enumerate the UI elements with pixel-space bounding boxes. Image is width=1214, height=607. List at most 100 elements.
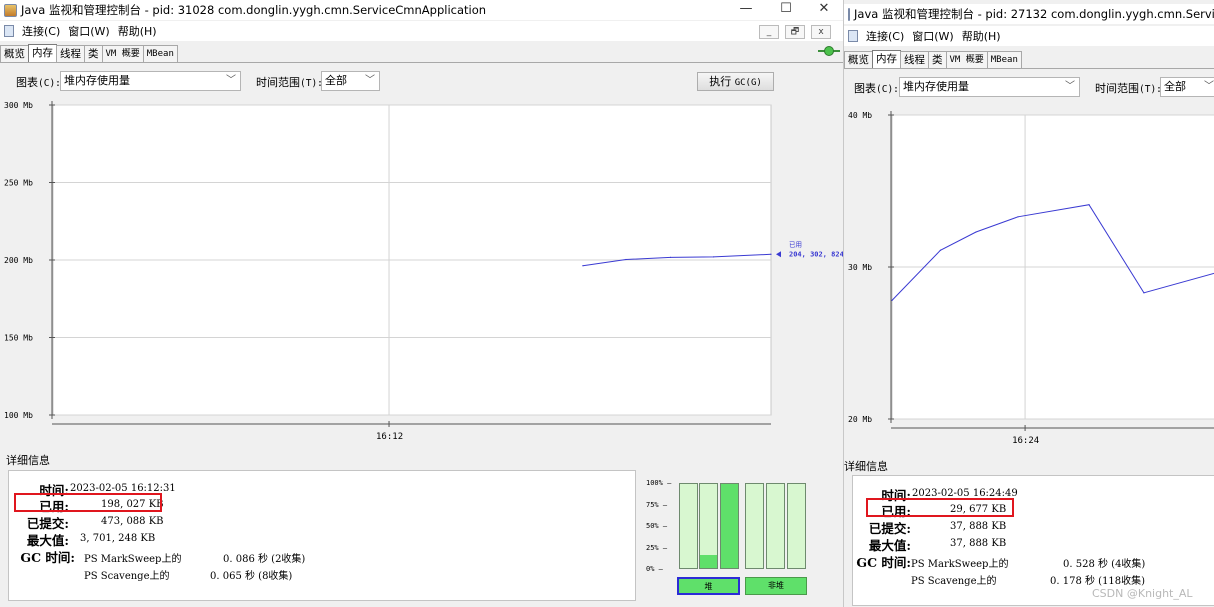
memory-pool-bar[interactable]	[699, 483, 718, 569]
x-tick-label: 16:24	[1012, 436, 1039, 446]
menu-help[interactable]: 帮助(H)	[958, 28, 1005, 44]
y-tick-label: 150 Mb	[4, 334, 33, 343]
memory-pool-bar[interactable]	[745, 483, 764, 569]
menu-bar: 连接(C) 窗口(W) 帮助(H)	[844, 26, 1214, 46]
non-heap-legend-button[interactable]: 非堆	[745, 577, 807, 595]
time-range-select[interactable]: 全部 ﹀	[321, 71, 380, 91]
highlight-box	[14, 493, 162, 512]
tab-1[interactable]: 概览	[0, 45, 29, 62]
chevron-down-icon: ﹀	[365, 75, 375, 86]
menu-bar: 连接(C) 窗口(W) 帮助(H)	[0, 21, 843, 41]
heap-usage-chart: 300 Mb 250 Mb 200 Mb 150 Mb 100 Mb 16:12 已用 204…	[4, 101, 843, 442]
tab-strip: 概览 内存 线程类 VM 概要 MBean	[0, 44, 178, 62]
gc-markSweep-value: 0. 086 秒 (2收集)	[223, 554, 306, 565]
data-point	[1143, 292, 1145, 294]
maximize-button[interactable]: ☐	[768, 0, 804, 20]
chart-select[interactable]: 堆内存使用量 ﹀	[60, 71, 241, 91]
memory-tab-panel: 图表(C): 堆内存使用量 ﹀ 时间范围(T): 全部 ﹀ 40 Mb 30 Mb 20…	[844, 68, 1214, 607]
details-panel: 时间: 2023-02-05 16:12:31 已用: 198, 027 KB …	[8, 470, 636, 601]
data-point	[625, 258, 627, 261]
perform-gc-button[interactable]: 执行 GC(G)	[697, 72, 774, 91]
menu-connection[interactable]: 连接(C)	[18, 23, 64, 39]
inner-minimize-button[interactable]: _	[759, 25, 779, 39]
memory-pool-bar[interactable]	[679, 483, 698, 569]
time-range-label: 时间范围(T):	[1095, 82, 1162, 95]
tab-5[interactable]: VM 概要	[101, 45, 144, 62]
chevron-down-icon: ﹀	[226, 75, 236, 86]
time-range-label: 时间范围(T):	[256, 76, 323, 89]
details-label: 详细信息	[844, 460, 888, 473]
data-point	[939, 249, 942, 251]
inner-close-button[interactable]: x	[811, 25, 831, 39]
memory-pool-bar[interactable]	[766, 483, 785, 569]
data-point	[891, 299, 893, 302]
window-title: Java 监视和管理控制台 - pid: 31028 com.donglin.y…	[21, 3, 487, 17]
memory-tab-panel: 图表(C): 堆内存使用量 ﹀ 时间范围(T): 全部 ﹀ 执行 GC(G) 300…	[0, 62, 843, 607]
gc-markSweep-name: PS MarkSweep上的	[911, 559, 1009, 570]
committed-value: 37, 888 KB	[950, 521, 1007, 532]
tab-4[interactable]: 类	[84, 45, 103, 62]
close-button[interactable]: ✕	[806, 0, 842, 20]
tab-3[interactable]: 线程	[56, 45, 85, 62]
gc-scavenge-value: 0. 178 秒 (118收集)	[1050, 576, 1146, 587]
heap-legend-button[interactable]: 堆	[677, 577, 740, 595]
title-bar: Java 监视和管理控制台 - pid: 27132 com.donglin.y…	[844, 4, 1214, 24]
memory-pool-fill	[721, 484, 738, 568]
minimize-button[interactable]: —	[728, 0, 764, 20]
memory-pool-fill	[700, 554, 717, 568]
data-point	[1017, 216, 1019, 218]
chart-toolbar: 图表(C): 堆内存使用量 ﹀ 时间范围(T): 全部 ﹀ 执行 GC(G)	[0, 71, 843, 91]
tab-6[interactable]: MBean	[986, 51, 1022, 68]
tab-5[interactable]: VM 概要	[945, 51, 988, 68]
chart-label: 图表(C):	[16, 76, 61, 89]
inner-restore-button[interactable]: 🗗	[785, 25, 805, 39]
y-tick-label: 20 Mb	[848, 415, 872, 424]
java-app-icon	[4, 3, 17, 17]
chart-label: 图表(C):	[854, 82, 899, 95]
time-range-select[interactable]: 全部 ﹀	[1160, 77, 1214, 97]
document-icon	[4, 25, 14, 37]
data-point	[770, 253, 772, 255]
highlight-box	[866, 498, 1014, 517]
chevron-down-icon: ﹀	[1065, 81, 1075, 92]
tab-2[interactable]: 内存	[28, 44, 57, 62]
connection-status-icon	[818, 46, 840, 56]
tab-strip: 概览 内存 线程类 VM 概要 MBean	[844, 50, 1022, 68]
max-value: 3, 701, 248 KB	[80, 533, 156, 544]
gc-time-key: GC 时间:	[20, 550, 75, 565]
menu-connection[interactable]: 连接(C)	[862, 28, 908, 44]
chevron-down-icon: ﹀	[1204, 81, 1214, 92]
tab-3[interactable]: 线程	[900, 51, 929, 68]
menu-help[interactable]: 帮助(H)	[114, 23, 161, 39]
committed-value: 473, 088 KB	[101, 516, 164, 527]
heap-usage-chart: 40 Mb 30 Mb 20 Mb 16:24	[848, 111, 1214, 446]
menu-window[interactable]: 窗口(W)	[64, 23, 113, 39]
document-icon	[848, 30, 858, 42]
gc-markSweep-name: PS MarkSweep上的	[84, 554, 182, 565]
data-point	[669, 256, 672, 258]
y-tick-label: 200 Mb	[4, 256, 33, 265]
tab-2[interactable]: 内存	[872, 50, 901, 68]
percent-axis-label: 75% —	[646, 500, 668, 509]
chart-select[interactable]: 堆内存使用量 ﹀	[899, 77, 1080, 97]
percent-axis-label: 0% —	[646, 565, 663, 573]
menu-window[interactable]: 窗口(W)	[908, 28, 957, 44]
tab-1[interactable]: 概览	[844, 51, 873, 68]
y-tick-label: 40 Mb	[848, 111, 872, 120]
data-point	[975, 231, 977, 233]
window-title: Java 监视和管理控制台 - pid: 27132 com.donglin.y…	[854, 7, 1214, 21]
y-tick-label: 30 Mb	[848, 263, 872, 272]
y-tick-label: 100 Mb	[4, 411, 33, 420]
y-tick-label: 300 Mb	[4, 101, 33, 110]
x-tick-label: 16:12	[376, 432, 403, 442]
memory-pool-bars: 100% — 75% — 50% — 25% — 0% — 堆非堆	[640, 475, 840, 603]
memory-pool-bar[interactable]	[787, 483, 806, 569]
data-point	[582, 265, 584, 267]
memory-pool-bar[interactable]	[720, 483, 739, 569]
max-value: 37, 888 KB	[950, 538, 1007, 549]
gc-scavenge-name: PS Scavenge上的	[84, 571, 170, 582]
tab-4[interactable]: 类	[928, 51, 947, 68]
tab-6[interactable]: MBean	[142, 45, 178, 62]
y-tick-label: 250 Mb	[4, 179, 33, 188]
percent-axis-label: 50% —	[646, 522, 668, 530]
